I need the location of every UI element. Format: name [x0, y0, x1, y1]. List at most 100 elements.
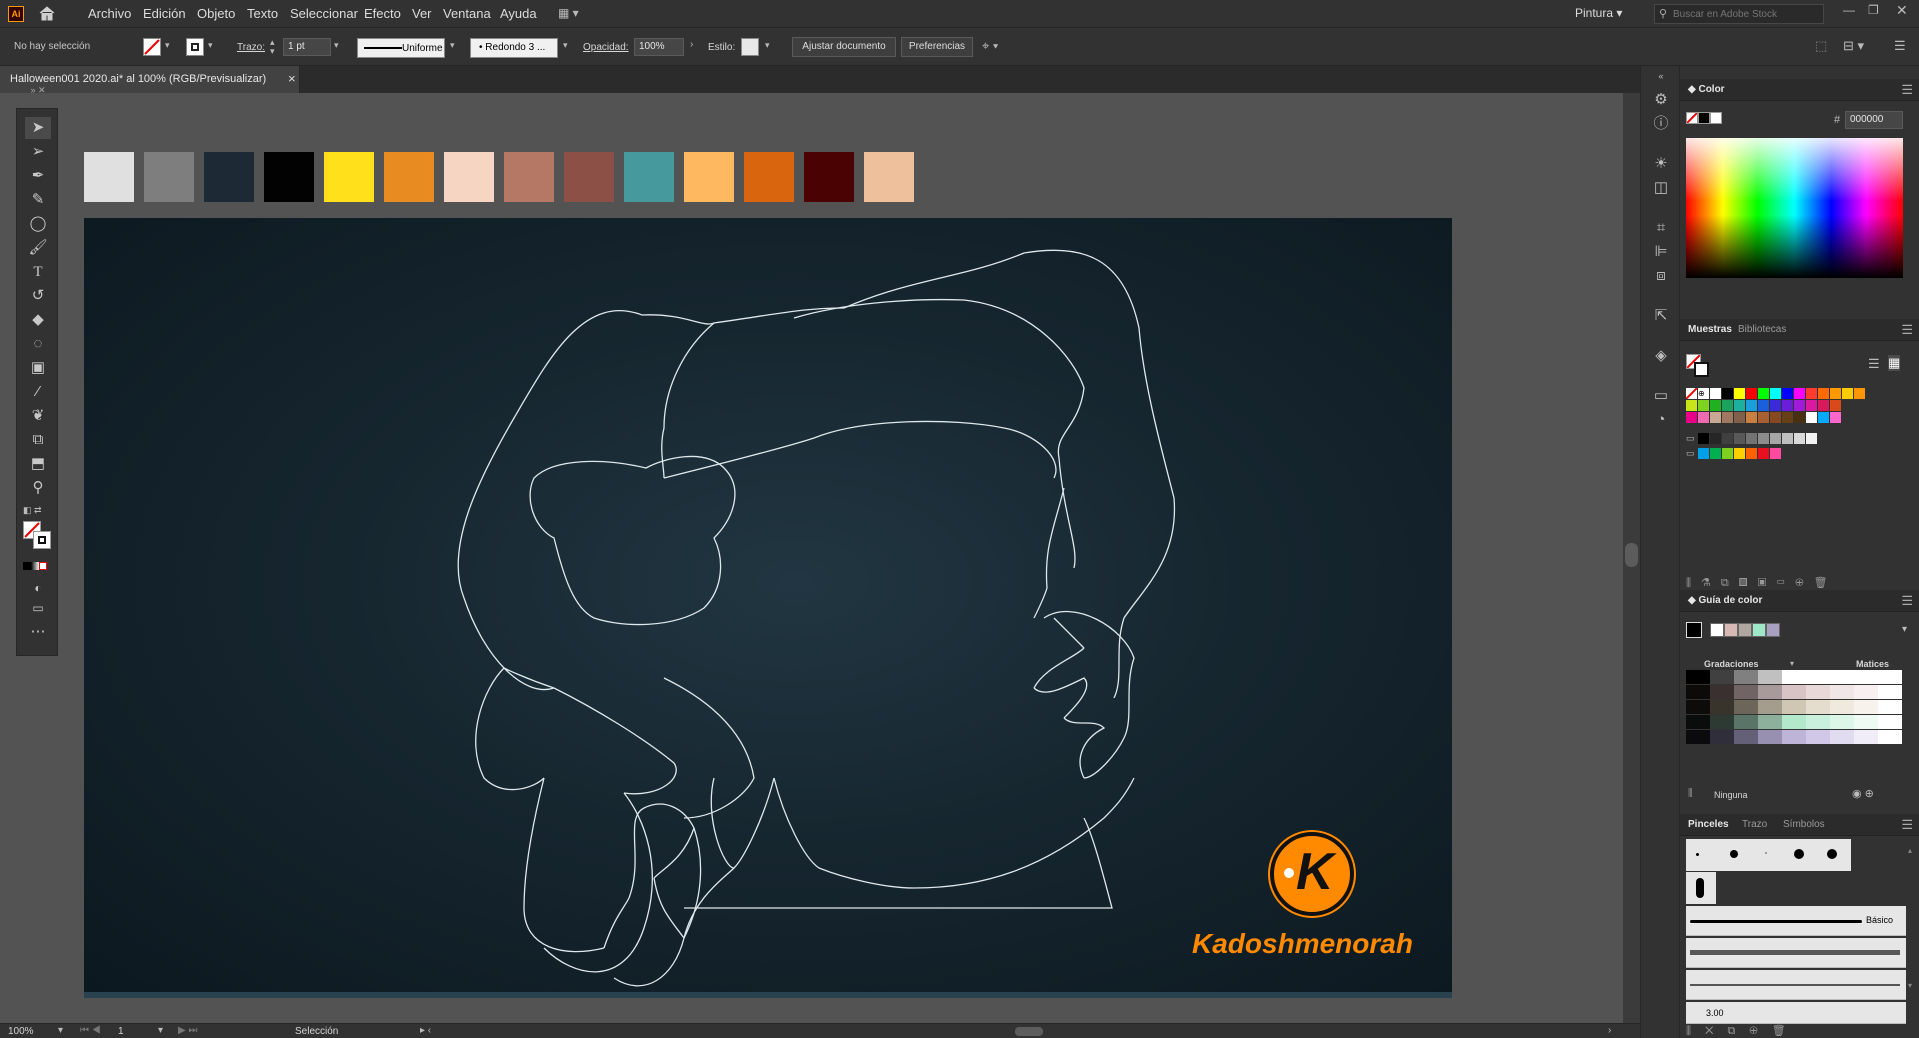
pathfinder-icon[interactable]: ⧈ — [1651, 266, 1671, 286]
palette-swatch[interactable] — [384, 152, 434, 202]
stroke-label[interactable]: Trazo: — [237, 42, 265, 53]
swatch[interactable] — [1758, 433, 1769, 444]
guide-cell[interactable] — [1710, 670, 1734, 684]
expand-panels-icon[interactable]: « — [1651, 66, 1671, 86]
guide-cell[interactable] — [1878, 685, 1902, 699]
stroke-weight-field[interactable]: 1 pt — [283, 38, 331, 56]
rotate-tool-icon[interactable]: ↺ — [25, 285, 51, 307]
chevron-down-icon[interactable]: ▾ — [450, 40, 455, 51]
guide-cell[interactable] — [1782, 670, 1806, 684]
swatch[interactable] — [1710, 400, 1721, 411]
panel-scrollbar[interactable]: ▴ ▾ — [1908, 846, 1916, 1026]
swatch[interactable] — [1758, 448, 1769, 459]
color-panel-title[interactable]: ◆ Color — [1688, 84, 1725, 95]
color-guide-grid[interactable] — [1686, 670, 1902, 744]
draw-mode-icon[interactable]: ◐ — [25, 577, 51, 599]
guide-cell[interactable] — [1686, 730, 1710, 744]
palette-swatch[interactable] — [324, 152, 374, 202]
export-icon[interactable]: ⇱ — [1651, 306, 1671, 326]
zoom-tool-icon[interactable]: ⚲ — [25, 477, 51, 499]
brush-calligraphic[interactable] — [1686, 872, 1716, 904]
swatch[interactable] — [1710, 412, 1721, 423]
guide-cell[interactable] — [1854, 715, 1878, 729]
swatch[interactable] — [1698, 448, 1709, 459]
chevron-down-icon[interactable]: ▾ — [563, 40, 568, 51]
panel-menu-icon[interactable]: ☰ — [1901, 593, 1913, 609]
swatch[interactable] — [1722, 448, 1733, 459]
swatch[interactable] — [1830, 388, 1841, 399]
palette-swatch[interactable] — [684, 152, 734, 202]
palette-swatch[interactable] — [624, 152, 674, 202]
swatch[interactable] — [1854, 388, 1865, 399]
palette-swatch[interactable] — [264, 152, 314, 202]
stroke-swatch[interactable] — [186, 38, 204, 56]
swatch[interactable] — [1842, 388, 1853, 399]
swatch[interactable] — [1698, 433, 1709, 444]
harmony-color[interactable] — [1752, 623, 1766, 637]
preferences-button[interactable]: Preferencias — [901, 37, 973, 57]
chevron-down-icon[interactable]: ▾ — [158, 1025, 163, 1036]
harmony-color[interactable] — [1710, 623, 1724, 637]
direct-selection-tool-icon[interactable]: ➢ — [25, 141, 51, 163]
gradient-panel-icon[interactable]: ▭ — [1651, 386, 1671, 406]
ellipse-tool-icon[interactable]: ◯ — [25, 213, 51, 235]
swatch[interactable] — [1818, 400, 1829, 411]
color-spectrum[interactable] — [1686, 138, 1903, 278]
guide-cell[interactable] — [1758, 685, 1782, 699]
swatch[interactable] — [1758, 412, 1769, 423]
palette-swatch[interactable] — [744, 152, 794, 202]
minimize-icon[interactable]: — — [1843, 3, 1855, 17]
guide-cell[interactable] — [1806, 730, 1830, 744]
harmony-color[interactable] — [1766, 623, 1780, 637]
guide-cell[interactable] — [1710, 685, 1734, 699]
guide-cell[interactable] — [1782, 730, 1806, 744]
swatch[interactable] — [1770, 388, 1781, 399]
menu-efecto[interactable]: Efecto — [364, 6, 401, 21]
transparency-icon[interactable]: ◔ — [1651, 410, 1671, 430]
swatch[interactable] — [1746, 448, 1757, 459]
swatch[interactable] — [1734, 433, 1745, 444]
lasso-tool-icon[interactable]: ◌ — [25, 333, 51, 355]
transform-icon[interactable]: ⌖ ▾ — [982, 38, 998, 54]
guide-cell[interactable] — [1806, 700, 1830, 714]
color-mode-icons[interactable] — [23, 561, 53, 571]
distribute-icon[interactable]: ⊟ ▾ — [1843, 38, 1864, 54]
guide-cell[interactable] — [1806, 715, 1830, 729]
swatch[interactable] — [1794, 388, 1805, 399]
shape-builder-tool-icon[interactable]: ⧉ — [25, 429, 51, 451]
menu-ventana[interactable]: Ventana — [443, 6, 491, 21]
swatch[interactable] — [1770, 448, 1781, 459]
guide-cell[interactable] — [1782, 700, 1806, 714]
guide-cell[interactable] — [1830, 685, 1854, 699]
palette-swatch[interactable] — [504, 152, 554, 202]
artboard[interactable]: K Kadoshmenorah — [84, 218, 1452, 992]
guide-cell[interactable] — [1686, 715, 1710, 729]
hex-input[interactable]: 000000 — [1845, 111, 1903, 129]
menu-ayuda[interactable]: Ayuda — [500, 6, 537, 21]
align-icon[interactable]: ⬚ — [1815, 38, 1827, 54]
opacity-field[interactable]: 100% — [634, 38, 684, 56]
swatch[interactable] — [1806, 400, 1817, 411]
close-tab-icon[interactable]: × — [288, 71, 296, 86]
swatch[interactable] — [1746, 388, 1757, 399]
chevron-down-icon[interactable]: ▾ — [1902, 624, 1907, 635]
chevron-right-icon[interactable]: › — [690, 39, 693, 50]
swatch[interactable] — [1734, 388, 1745, 399]
swatch[interactable] — [1746, 433, 1757, 444]
list-view-icon[interactable]: ☰ — [1868, 356, 1880, 372]
brushes-footer-icons[interactable]: ⫼✕⧉⊕🗑 — [1686, 1024, 1906, 1038]
swatch[interactable] — [1818, 412, 1829, 423]
swatches-footer-icons[interactable]: ⫼⚗⧉▤▣▭⊕🗑 — [1686, 576, 1906, 590]
swatch-library-icon[interactable]: ⫼ — [1688, 788, 1693, 799]
guide-cell[interactable] — [1830, 715, 1854, 729]
swatch[interactable] — [1710, 448, 1721, 459]
guide-cell[interactable] — [1734, 715, 1758, 729]
harmony-bar[interactable] — [1710, 623, 1900, 637]
guide-cell[interactable] — [1878, 715, 1902, 729]
home-icon[interactable] — [38, 5, 56, 21]
guide-cell[interactable] — [1710, 730, 1734, 744]
guide-cell[interactable] — [1710, 715, 1734, 729]
layers-icon[interactable]: ◈ — [1651, 346, 1671, 366]
graphic-style-swatch[interactable] — [741, 38, 759, 56]
color-fill-stroke[interactable] — [1686, 112, 1726, 126]
